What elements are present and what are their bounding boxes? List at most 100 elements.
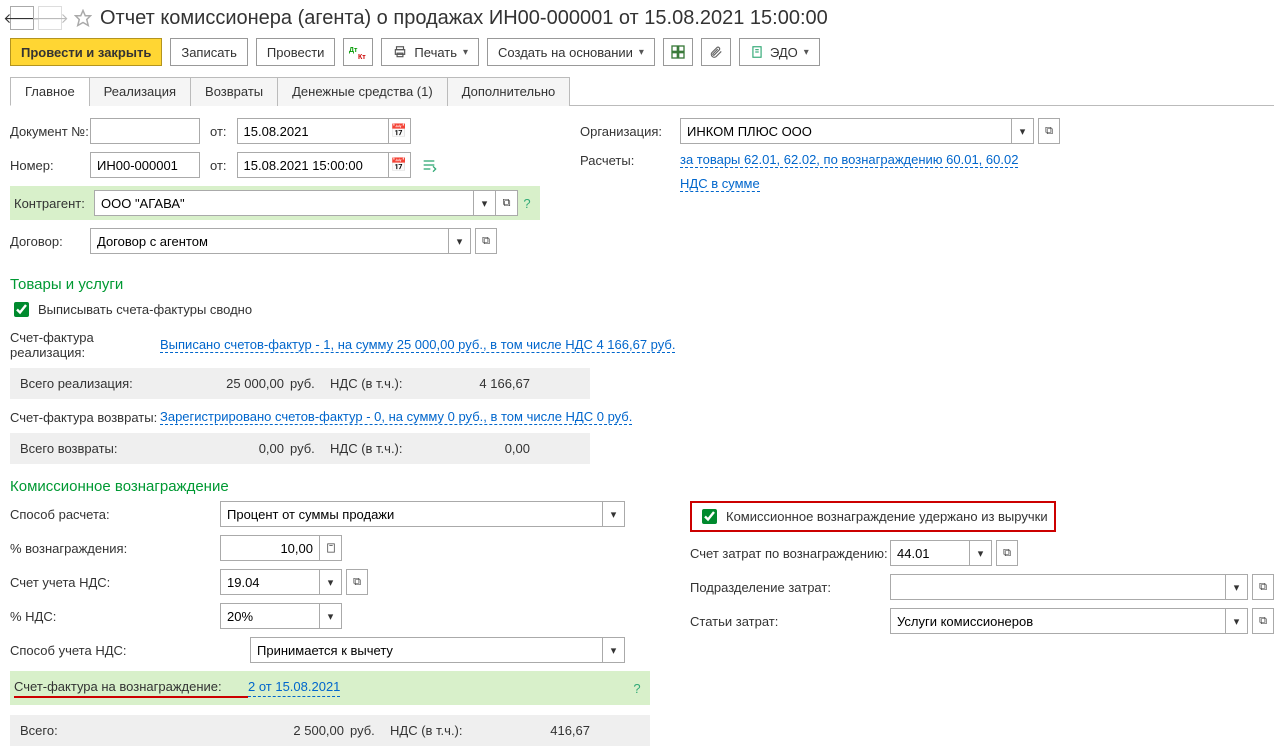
save-button[interactable]: Записать [170,38,248,66]
sf-fee-link[interactable]: 2 от 15.08.2021 [248,679,340,697]
edo-label: ЭДО [770,45,798,60]
vat-mode-label: Способ учета НДС: [10,643,250,658]
doc-no-label: Документ №: [10,124,90,139]
tab-sales[interactable]: Реализация [89,77,191,106]
help-icon[interactable]: ? [518,190,536,216]
vat-incl-label-2: НДС (в т.ч.): [330,441,430,456]
dropdown-icon[interactable]: ▾ [320,603,342,629]
calc-label: Расчеты: [580,153,680,168]
sf-fee-label: Счет-фактура на вознаграждение: [14,679,248,698]
section-commission: Комиссионное вознаграждение [10,478,1274,495]
vat-acct-input[interactable] [220,569,320,595]
withheld-checkbox[interactable]: Комиссионное вознаграждение удержано из … [690,501,1056,532]
num-input[interactable] [90,152,200,178]
create-based-label: Создать на основании [498,45,633,60]
sf-ret-label: Счет-фактура возвраты: [10,410,160,425]
dropdown-icon[interactable]: ▾ [1226,608,1248,634]
page-title: Отчет комиссионера (агента) о продажах И… [100,7,828,30]
total-real-value: 25 000,00 [190,376,290,391]
cost-item-input[interactable] [890,608,1226,634]
contract-label: Договор: [10,234,90,249]
favorite-star-icon[interactable] [72,7,94,29]
total-real-cur: руб. [290,376,330,391]
dropdown-icon[interactable]: ▾ [474,190,496,216]
total-ret-label: Всего возвраты: [20,441,190,456]
vat-mode-select[interactable] [250,637,603,663]
sf-real-link[interactable]: Выписано счетов-фактур - 1, на сумму 25 … [160,337,675,353]
dropdown-icon[interactable]: ▾ [1012,118,1034,144]
help-icon[interactable]: ? [628,675,646,701]
from-label-2: от: [210,158,227,173]
dt-kt-icon[interactable]: ДтКт [343,38,373,66]
calendar-icon[interactable]: 📅 [389,118,411,144]
open-icon[interactable]: ⧉ [475,228,497,254]
cost-acct-input[interactable] [890,540,970,566]
vat-pct-select[interactable] [220,603,320,629]
post-and-close-button[interactable]: Провести и закрыть [10,38,162,66]
svodno-label: Выписывать счета-фактуры сводно [38,302,252,317]
calc-icon[interactable] [320,535,342,561]
print-label: Печать [414,45,457,60]
total-ret-vat: 0,00 [430,441,530,456]
cost-acct-label: Счет затрат по вознаграждению: [690,546,890,561]
num-date-input[interactable] [237,152,389,178]
doc-no-input[interactable] [90,118,200,144]
sf-ret-link[interactable]: Зарегистрировано счетов-фактур - 0, на с… [160,409,632,425]
open-icon[interactable]: ⧉ [1252,608,1274,634]
vat-acct-label: Счет учета НДС: [10,575,220,590]
dropdown-icon[interactable]: ▾ [320,569,342,595]
print-button[interactable]: Печать▾ [381,38,479,66]
open-icon[interactable]: ⧉ [1252,574,1274,600]
total-real-vat: 4 166,67 [430,376,530,391]
nav-fwd-button: 🡒 [38,6,62,30]
tab-main[interactable]: Главное [10,77,90,106]
svg-text:Дт: Дт [349,47,358,54]
dropdown-icon[interactable]: ▾ [970,540,992,566]
create-based-button[interactable]: Создать на основании▾ [487,38,655,66]
open-icon[interactable]: ⧉ [346,569,368,595]
contract-input[interactable] [90,228,449,254]
tab-returns[interactable]: Возвраты [190,77,278,106]
from-label-1: от: [210,124,227,139]
org-label: Организация: [580,124,680,139]
cost-item-label: Статьи затрат: [690,614,890,629]
counterparty-input[interactable] [94,190,474,216]
open-icon[interactable]: ⧉ [996,540,1018,566]
svg-text:Кт: Кт [358,54,366,60]
calendar-icon-2[interactable]: 📅 [389,152,411,178]
sf-real-label: Счет-фактура реализация: [10,330,160,360]
pct-label: % вознаграждения: [10,541,220,556]
dropdown-icon[interactable]: ▾ [603,501,625,527]
method-select[interactable] [220,501,603,527]
vat-mode-link[interactable]: НДС в сумме [680,176,760,192]
section-goods: Товары и услуги [10,276,1274,293]
edo-button[interactable]: ЭДО▾ [739,38,820,66]
vat-incl-label: НДС (в т.ч.): [330,376,430,391]
total-real-label: Всего реализация: [20,376,190,391]
open-icon[interactable]: ⧉ [496,190,518,216]
dropdown-icon[interactable]: ▾ [1226,574,1248,600]
org-input[interactable] [680,118,1012,144]
vat-pct-label: % НДС: [10,609,220,624]
doc-date-input[interactable] [237,118,389,144]
method-label: Способ расчета: [10,507,220,522]
total-ret-cur: руб. [290,441,330,456]
dept-input[interactable] [890,574,1226,600]
svodno-checkbox[interactable]: Выписывать счета-фактуры сводно [10,299,1274,320]
registers-icon[interactable] [663,38,693,66]
dropdown-icon[interactable]: ▾ [603,637,625,663]
pct-input[interactable] [220,535,320,561]
tab-extra[interactable]: Дополнительно [447,77,571,106]
num-label: Номер: [10,158,90,173]
total-ret-value: 0,00 [190,441,290,456]
counterparty-label: Контрагент: [14,196,94,211]
dept-label: Подразделение затрат: [690,580,890,595]
dropdown-icon[interactable]: ▾ [449,228,471,254]
attachment-icon[interactable] [701,38,731,66]
timeline-icon[interactable] [421,157,437,173]
withheld-label: Комиссионное вознаграждение удержано из … [726,509,1048,524]
tab-cash[interactable]: Денежные средства (1) [277,77,448,106]
open-icon[interactable]: ⧉ [1038,118,1060,144]
post-button[interactable]: Провести [256,38,336,66]
calc-link[interactable]: за товары 62.01, 62.02, по вознаграждени… [680,152,1018,168]
